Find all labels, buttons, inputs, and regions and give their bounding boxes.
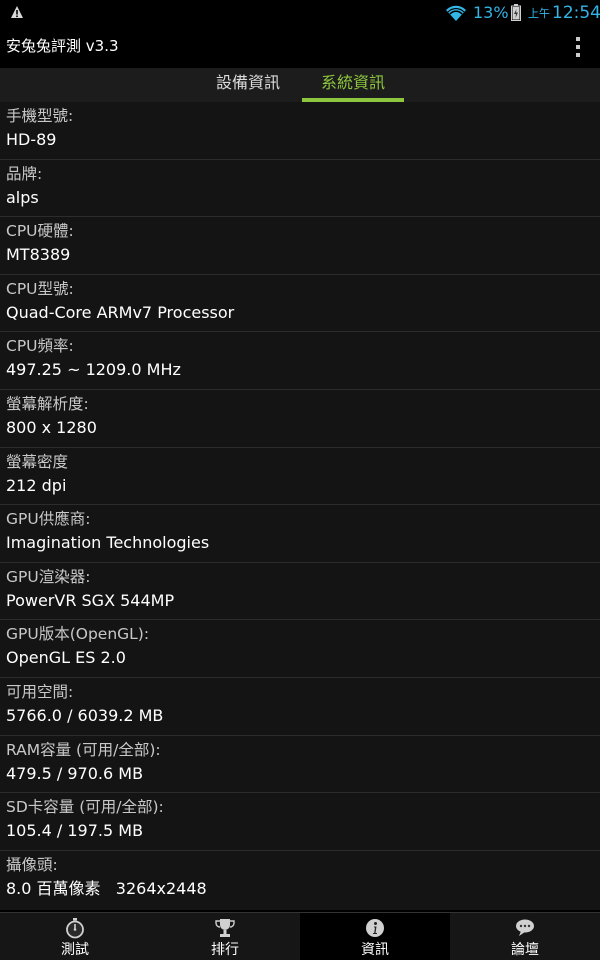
info-item-cpu-hardware: CPU硬體: MT8389: [0, 217, 600, 275]
stopwatch-icon: [66, 918, 84, 939]
info-item-camera: 攝像頭: 8.0 百萬像素 3264x2448: [0, 851, 600, 909]
info-item-available-storage: 可用空間: 5766.0 / 6039.2 MB: [0, 678, 600, 736]
info-item-ram-capacity: RAM容量 (可用/全部): 479.5 / 970.6 MB: [0, 736, 600, 794]
bottom-nav: 測試 排行 資訊 論壇: [0, 912, 600, 960]
info-item-screen-density: 螢幕密度 212 dpi: [0, 448, 600, 506]
info-label: 可用空間:: [6, 682, 74, 701]
info-label: 攝像頭:: [6, 855, 58, 874]
info-item-screen-resolution: 螢幕解析度: 800 x 1280: [0, 390, 600, 448]
tab-system-info[interactable]: 系統資訊: [302, 68, 404, 102]
chat-bubble-icon: [516, 919, 534, 936]
battery-percentage: 13%: [473, 3, 509, 22]
nav-info[interactable]: 資訊: [300, 913, 450, 960]
info-value: OpenGL ES 2.0: [6, 648, 126, 668]
tab-device-info[interactable]: 設備資訊: [186, 68, 310, 102]
info-value: Imagination Technologies: [6, 533, 210, 553]
nav-label: 論壇: [511, 942, 539, 958]
info-item-cpu-model: CPU型號: Quad-Core ARMv7 Processor: [0, 275, 600, 333]
info-item-gpu-renderer: GPU渲染器: PowerVR SGX 544MP: [0, 563, 600, 621]
info-list[interactable]: 手機型號: HD-89 品牌: alps CPU硬體: MT8389 CPU型號…: [0, 102, 600, 910]
info-label: GPU渲染器:: [6, 567, 91, 586]
info-item-cpu-frequency: CPU頻率: 497.25 ~ 1209.0 MHz: [0, 332, 600, 390]
screen: 13% 上午 12:54 安兔兔評測 v3.3 設備資訊 系統資訊 手機型號: …: [0, 0, 600, 960]
info-value: 8.0 百萬像素 3264x2448: [6, 878, 207, 898]
nav-ranking[interactable]: 排行: [150, 913, 300, 960]
info-value: 5766.0 / 6039.2 MB: [6, 705, 164, 725]
battery-icon: [511, 4, 521, 21]
info-item-brand: 品牌: alps: [0, 160, 600, 218]
info-value: PowerVR SGX 544MP: [6, 590, 175, 610]
info-value: 479.5 / 970.6 MB: [6, 763, 144, 783]
info-item-gpu-version: GPU版本(OpenGL): OpenGL ES 2.0: [0, 620, 600, 678]
nav-label: 資訊: [361, 942, 389, 958]
info-item-sd-capacity: SD卡容量 (可用/全部): 105.4 / 197.5 MB: [0, 793, 600, 851]
info-label: SD卡容量 (可用/全部):: [6, 798, 164, 817]
info-value: 212 dpi: [6, 475, 67, 495]
trophy-icon: [215, 919, 235, 937]
info-label: 品牌:: [6, 164, 43, 183]
overflow-menu-icon[interactable]: [566, 34, 590, 60]
app-title: 安兔兔評測 v3.3: [6, 37, 119, 55]
nav-label: 排行: [211, 942, 239, 958]
nav-forum[interactable]: 論壇: [450, 913, 600, 960]
info-value: MT8389: [6, 245, 71, 265]
wifi-icon: [446, 5, 466, 21]
info-label: CPU硬體:: [6, 222, 74, 241]
info-label: 螢幕密度: [6, 452, 69, 471]
status-bar: 13% 上午 12:54: [0, 0, 600, 26]
info-label: 螢幕解析度:: [6, 394, 89, 413]
action-bar: 安兔兔評測 v3.3: [0, 26, 600, 68]
info-label: GPU版本(OpenGL):: [6, 625, 150, 644]
info-icon: [366, 919, 384, 937]
nav-test[interactable]: 測試: [0, 913, 150, 960]
nav-label: 測試: [61, 942, 89, 958]
info-label: CPU型號:: [6, 279, 74, 298]
info-label: CPU頻率:: [6, 337, 74, 356]
info-item-phone-model: 手機型號: HD-89: [0, 102, 600, 160]
info-value: alps: [6, 187, 39, 207]
info-value: 497.25 ~ 1209.0 MHz: [6, 360, 181, 380]
clock-time: 12:54: [552, 3, 600, 23]
info-value: 105.4 / 197.5 MB: [6, 821, 144, 841]
clock-ampm: 上午: [528, 7, 550, 20]
info-value: 800 x 1280: [6, 417, 97, 437]
info-item-gpu-vendor: GPU供應商: Imagination Technologies: [0, 505, 600, 563]
info-label: GPU供應商:: [6, 510, 91, 529]
info-label: RAM容量 (可用/全部):: [6, 740, 161, 759]
info-value: Quad-Core ARMv7 Processor: [6, 302, 235, 322]
info-label: 手機型號:: [6, 107, 74, 125]
info-value: HD-89: [6, 130, 57, 149]
warning-icon: [11, 6, 23, 18]
tab-bar: 設備資訊 系統資訊: [0, 68, 600, 102]
